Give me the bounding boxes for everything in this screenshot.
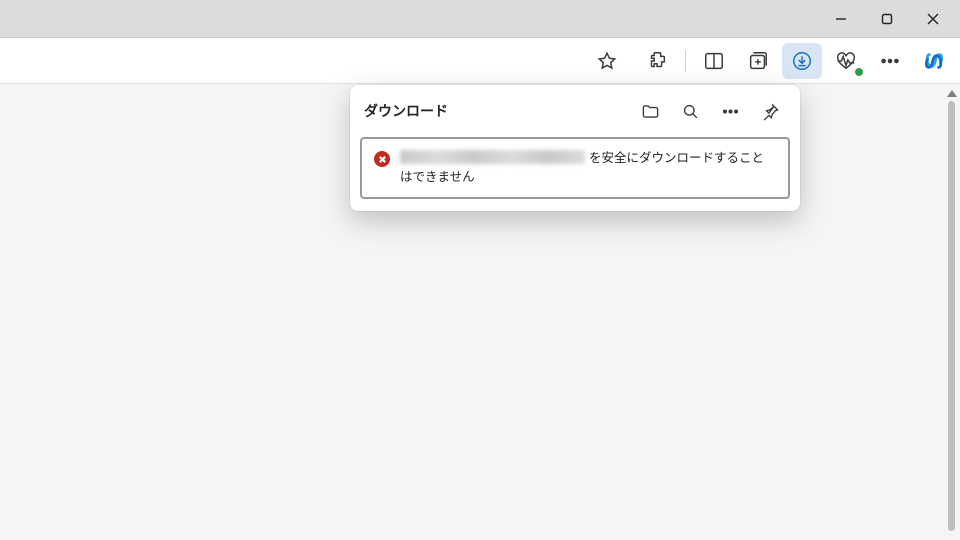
- downloads-panel-header: ダウンロード: [350, 85, 800, 135]
- split-screen-button[interactable]: [694, 43, 734, 79]
- minimize-button[interactable]: [818, 2, 864, 36]
- close-window-button[interactable]: [910, 2, 956, 36]
- more-menu-button[interactable]: [870, 43, 910, 79]
- collections-button[interactable]: [738, 43, 778, 79]
- download-item[interactable]: を安全にダウンロードすることはできません: [360, 137, 790, 199]
- redacted-filename: [400, 150, 585, 164]
- browser-toolbar: [0, 38, 960, 84]
- toolbar-separator: [685, 50, 686, 72]
- extensions-button[interactable]: [637, 43, 677, 79]
- performance-button[interactable]: [826, 43, 866, 79]
- address-bar[interactable]: [10, 44, 633, 78]
- status-ok-badge: [854, 67, 864, 77]
- downloads-button[interactable]: [782, 43, 822, 79]
- scroll-thumb[interactable]: [948, 101, 955, 531]
- download-item-text: を安全にダウンロードすることはできません: [400, 149, 776, 187]
- downloads-panel-title: ダウンロード: [364, 101, 626, 121]
- favorite-star-icon[interactable]: [587, 43, 627, 79]
- search-downloads-button[interactable]: [674, 95, 706, 127]
- maximize-button[interactable]: [864, 2, 910, 36]
- scroll-up-icon[interactable]: [947, 90, 957, 97]
- open-folder-button[interactable]: [634, 95, 666, 127]
- downloads-more-button[interactable]: [714, 95, 746, 127]
- downloads-panel: ダウンロード を安全にダウンロードすることはできません: [350, 85, 800, 211]
- error-icon: [374, 151, 390, 167]
- vertical-scrollbar[interactable]: [943, 84, 960, 540]
- pin-button[interactable]: [754, 95, 786, 127]
- copilot-button[interactable]: [914, 43, 954, 79]
- window-titlebar: [0, 0, 960, 38]
